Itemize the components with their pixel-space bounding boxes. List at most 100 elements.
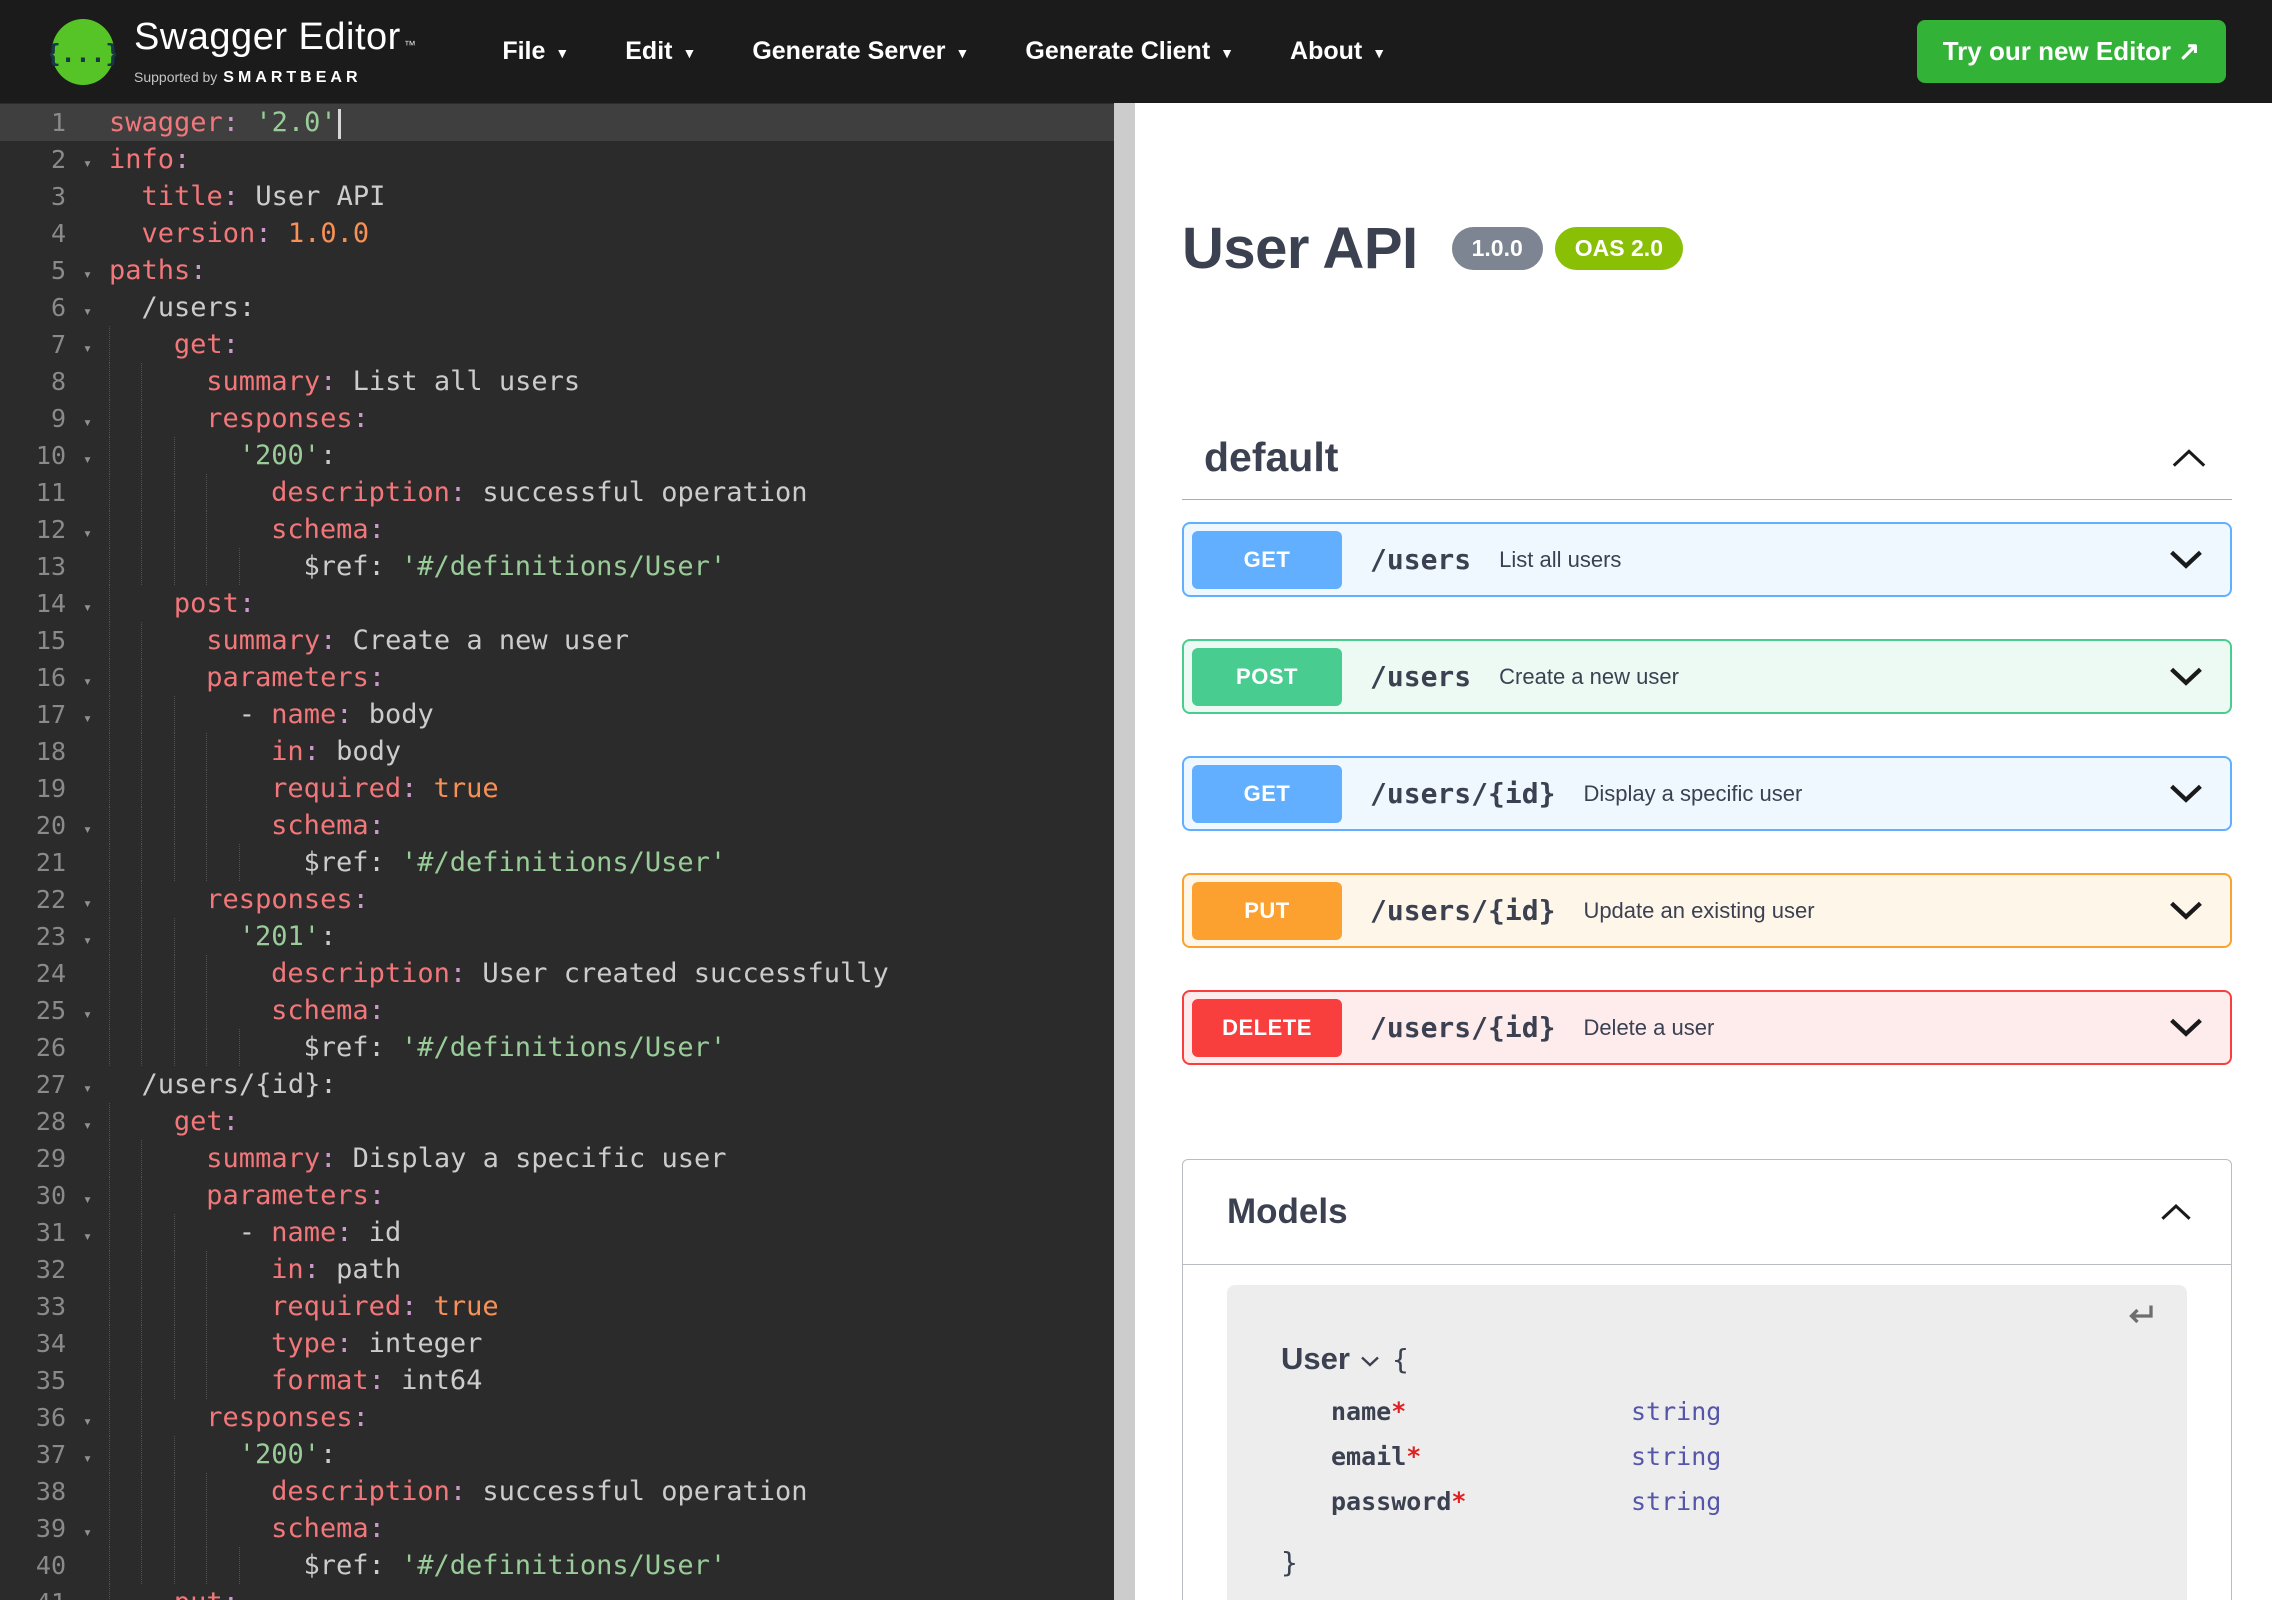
- menu-generate-client[interactable]: Generate Client ▼: [1025, 37, 1234, 66]
- caret-down-icon: ▼: [1372, 45, 1387, 61]
- menu-file[interactable]: File ▼: [502, 37, 569, 66]
- operation-row-get-users[interactable]: GET /users List all users: [1182, 522, 2232, 597]
- trademark: ™: [403, 37, 417, 52]
- operation-description: List all users: [1499, 546, 1622, 572]
- indent-guide: [109, 1362, 141, 1399]
- indent-guide: [206, 1251, 238, 1288]
- indent-guide: [141, 474, 173, 511]
- try-new-editor-button[interactable]: Try our new Editor ↗: [1916, 20, 2226, 83]
- menu-about[interactable]: About ▼: [1290, 37, 1386, 66]
- line-number: 27: [35, 1070, 66, 1099]
- fold-toggle-icon[interactable]: ▾: [66, 1588, 109, 1600]
- property-name: password*: [1331, 1487, 1467, 1516]
- indent-guide: [109, 474, 141, 511]
- indent-guide: [173, 807, 206, 844]
- model-collapse-return-icon[interactable]: [2121, 1301, 2157, 1331]
- fold-toggle-icon[interactable]: ▾: [66, 293, 109, 330]
- fold-toggle-icon[interactable]: ▾: [66, 885, 109, 922]
- indent-guide: [206, 807, 238, 844]
- indent-guide: [141, 400, 173, 437]
- chevron-down-icon[interactable]: [2168, 784, 2204, 803]
- model-user-box: User { name* string email* string passwo…: [1227, 1285, 2187, 1600]
- editor-line: 7 ▾ get:: [0, 326, 1114, 363]
- fold-toggle-icon[interactable]: ▾: [66, 256, 109, 293]
- property-type: string: [1631, 1442, 1722, 1471]
- fold-toggle-icon[interactable]: ▾: [66, 145, 109, 182]
- indent-guide: [109, 807, 141, 844]
- caret-down-icon: ▼: [555, 45, 570, 61]
- line-number: 14: [35, 589, 66, 618]
- fold-toggle-icon[interactable]: ▾: [66, 589, 109, 626]
- pane-divider-handle[interactable]: [1114, 103, 1135, 1600]
- operation-path: /users/{id}: [1370, 777, 1556, 810]
- method-badge: DELETE: [1192, 998, 1342, 1057]
- editor-line: 41▾ put:: [0, 1584, 1114, 1600]
- fold-toggle-icon[interactable]: ▾: [66, 1181, 109, 1218]
- fold-toggle-icon[interactable]: ▾: [66, 1070, 109, 1107]
- indent-guide: [173, 770, 206, 807]
- chevron-up-icon[interactable]: [2159, 1203, 2193, 1221]
- fold-toggle-icon[interactable]: ▾: [66, 663, 109, 700]
- editor-line: 30 ▾ parameters:: [0, 1177, 1114, 1214]
- operation-row-post-users[interactable]: POST /users Create a new user: [1182, 639, 2232, 714]
- line-number: 1: [50, 108, 66, 137]
- operation-row-delete-usersid[interactable]: DELETE /users/{id} Delete a user: [1182, 990, 2232, 1065]
- fold-toggle-icon[interactable]: ▾: [66, 515, 109, 552]
- line-number: 19: [35, 774, 66, 803]
- fold-toggle-icon[interactable]: ▾: [66, 441, 109, 478]
- menu-edit[interactable]: Edit ▼: [625, 37, 696, 66]
- menu-generate-server[interactable]: Generate Server ▼: [752, 37, 969, 66]
- fold-toggle-icon[interactable]: ▾: [66, 922, 109, 959]
- fold-toggle-icon[interactable]: ▾: [66, 1107, 109, 1144]
- chevron-down-icon[interactable]: [1360, 1356, 1380, 1367]
- indent-guide: [238, 548, 271, 585]
- fold-toggle-icon[interactable]: ▾: [66, 330, 109, 367]
- fold-toggle-icon[interactable]: ▾: [66, 1403, 109, 1440]
- fold-toggle-icon[interactable]: ▾: [66, 1218, 109, 1255]
- editor-line: 10 ▾ '200':: [0, 437, 1114, 474]
- editor-line: 32 in: path: [0, 1251, 1114, 1288]
- chevron-down-icon[interactable]: [2168, 1018, 2204, 1037]
- editor-line: 4 version: 1.0.0: [0, 215, 1114, 252]
- fold-toggle-icon[interactable]: ▾: [66, 811, 109, 848]
- editor-line: 5 ▾ paths:: [0, 252, 1114, 289]
- chevron-up-icon[interactable]: [2170, 448, 2208, 468]
- indent-guide: [109, 363, 141, 400]
- line-number: 15: [35, 626, 66, 655]
- indent-guide: [109, 1214, 141, 1251]
- indent-guide: [109, 1251, 141, 1288]
- fold-toggle-icon[interactable]: ▾: [66, 1514, 109, 1551]
- indent-guide: [173, 1214, 206, 1251]
- indent-guide: [109, 1584, 141, 1600]
- editor-line: 25 ▾ schema:: [0, 992, 1114, 1029]
- indent-guide: [109, 400, 141, 437]
- chevron-down-icon[interactable]: [2168, 667, 2204, 686]
- fold-toggle-icon[interactable]: ▾: [66, 996, 109, 1033]
- editor-line: 8 summary: List all users: [0, 363, 1114, 400]
- models-section: Models User { name* string email* string…: [1182, 1159, 2232, 1600]
- editor-line: 1 swagger: '2.0': [0, 104, 1114, 141]
- chevron-down-icon[interactable]: [2168, 901, 2204, 920]
- method-badge: GET: [1192, 530, 1342, 589]
- operation-row-put-usersid[interactable]: PUT /users/{id} Update an existing user: [1182, 873, 2232, 948]
- svg-text:{...}: {...}: [50, 38, 116, 67]
- fold-toggle-icon[interactable]: ▾: [66, 700, 109, 737]
- indent-guide: [141, 733, 173, 770]
- models-header[interactable]: Models: [1183, 1160, 2231, 1265]
- chevron-down-icon[interactable]: [2168, 550, 2204, 569]
- line-number: 36: [35, 1403, 66, 1432]
- fold-toggle-icon[interactable]: ▾: [66, 1440, 109, 1477]
- section-default-header[interactable]: default: [1182, 434, 2232, 500]
- indent-guide: [141, 363, 173, 400]
- yaml-editor[interactable]: 1 swagger: '2.0' 2 ▾ info: 3 title: User API 4…: [0, 103, 1114, 1600]
- operation-row-get-usersid[interactable]: GET /users/{id} Display a specific user: [1182, 756, 2232, 831]
- line-number: 29: [35, 1144, 66, 1173]
- indent-guide: [141, 696, 173, 733]
- fold-toggle-icon[interactable]: ▾: [66, 404, 109, 441]
- indent-guide: [109, 844, 141, 881]
- indent-guide: [141, 1436, 173, 1473]
- line-number: 2: [50, 145, 66, 174]
- indent-guide: [141, 1510, 173, 1547]
- close-brace: }: [1281, 1546, 1298, 1579]
- line-number: 32: [35, 1255, 66, 1284]
